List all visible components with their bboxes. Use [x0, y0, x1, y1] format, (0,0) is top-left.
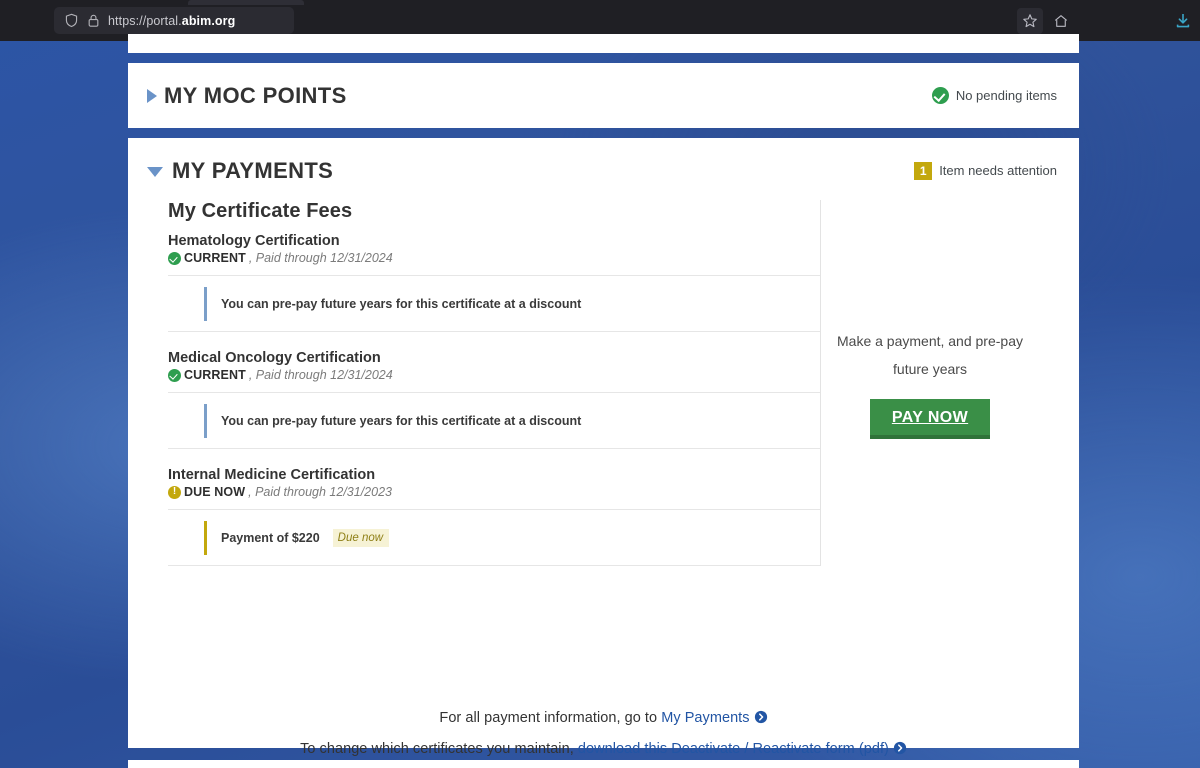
footer-line-deactivate: To change which certificates you maintai…: [128, 741, 1079, 757]
certificate-status: CURRENT , Paid through 12/31/2024: [168, 251, 820, 276]
moc-section-header[interactable]: MY MOC POINTS No pending items: [128, 63, 1079, 128]
certificate-fees-title: My Certificate Fees: [168, 200, 353, 222]
note-accent-bar: [204, 286, 207, 321]
certificate-row: Hematology Certification CURRENT , Paid …: [168, 233, 820, 276]
shield-icon[interactable]: [64, 13, 79, 28]
url-text[interactable]: https://portal.abim.org: [108, 14, 235, 28]
pay-now-button[interactable]: PAY NOW: [869, 399, 991, 439]
payments-status-text: Item needs attention: [939, 163, 1057, 178]
due-now-badge: Due now: [332, 528, 390, 547]
certificate-note-row: Payment of $220 Due now: [168, 510, 820, 566]
certificate-status-label: CURRENT: [184, 251, 246, 265]
certificate-name: Internal Medicine Certification: [168, 467, 376, 483]
url-prefix: https://portal.: [108, 13, 182, 28]
section-my-payments[interactable]: MY PAYMENTS 1 Item needs attention My Ce…: [128, 138, 1079, 757]
certificate-name: Medical Oncology Certification: [168, 350, 381, 366]
certificate-fees-grid: My Certificate Fees Hematology Certifica…: [168, 200, 1039, 566]
chevron-right-icon[interactable]: [147, 88, 157, 103]
footer-line-payments: For all payment information, go to My Pa…: [128, 710, 1079, 726]
certificate-row: Internal Medicine Certification DUE NOW …: [168, 449, 820, 510]
certificate-status: CURRENT , Paid through 12/31/2024: [168, 368, 820, 393]
home-icon[interactable]: [1048, 8, 1074, 34]
moc-status-text: No pending items: [955, 88, 1057, 103]
certificate-paid-through: , Paid through 12/31/2023: [248, 485, 392, 499]
pay-now-panel: Make a payment, and pre-pay future years…: [820, 200, 1039, 566]
payments-section-header[interactable]: MY PAYMENTS 1 Item needs attention: [128, 138, 1079, 203]
warning-circle-icon: [168, 485, 181, 499]
attention-count-badge: 1: [914, 161, 933, 180]
certificate-note-row: You can pre-pay future years for this ce…: [168, 393, 820, 449]
certificate-row: Medical Oncology Certification CURRENT ,…: [168, 332, 820, 393]
certificate-payment-amount: Payment of $220: [221, 530, 320, 545]
check-circle-icon: [168, 368, 181, 382]
certificate-paid-through: , Paid through 12/31/2024: [248, 368, 393, 382]
check-circle-icon: [931, 87, 949, 104]
my-payments-link[interactable]: My Payments: [661, 710, 749, 726]
footer-line2-prefix: To change which certificates you maintai…: [300, 741, 578, 757]
panel-below-partial: [128, 760, 1079, 768]
lock-icon[interactable]: [86, 13, 101, 28]
chevron-down-icon[interactable]: [147, 166, 163, 177]
certificate-note-text: You can pre-pay future years for this ce…: [221, 296, 582, 311]
deactivate-reactivate-form-link[interactable]: download this Deactivate / Reactivate fo…: [578, 741, 889, 757]
section-my-moc-points[interactable]: MY MOC POINTS No pending items: [128, 63, 1079, 128]
browser-tab-stub[interactable]: [188, 0, 304, 5]
note-accent-bar: [204, 520, 207, 555]
moc-section-title: MY MOC POINTS: [164, 82, 347, 108]
certificate-status: DUE NOW , Paid through 12/31/2023: [168, 485, 820, 510]
certificate-note-row: You can pre-pay future years for this ce…: [168, 276, 820, 332]
payments-status: 1 Item needs attention: [914, 161, 1057, 180]
url-domain: abim.org: [181, 13, 236, 28]
certificate-status-label: CURRENT: [184, 368, 246, 382]
certificate-paid-through: , Paid through 12/31/2024: [248, 251, 393, 265]
pay-now-caption-line1: Make a payment, and pre-pay: [837, 333, 1023, 349]
chevron-right-circle-icon[interactable]: [754, 710, 768, 724]
panel-above-partial: [128, 34, 1079, 53]
bookmark-star-icon[interactable]: [1017, 8, 1043, 34]
moc-status: No pending items: [931, 87, 1057, 104]
pay-now-caption-line2: future years: [893, 361, 967, 377]
payments-section-title: MY PAYMENTS: [172, 157, 334, 183]
certificate-name: Hematology Certification: [168, 233, 340, 249]
download-icon[interactable]: [1172, 9, 1194, 33]
chevron-right-circle-icon[interactable]: [893, 741, 907, 755]
check-circle-icon: [168, 251, 181, 265]
certificate-note-text: You can pre-pay future years for this ce…: [221, 413, 582, 428]
pay-now-caption: Make a payment, and pre-pay future years: [837, 327, 1023, 383]
address-bar[interactable]: https://portal.abim.org: [54, 7, 294, 34]
certificate-fees-list: My Certificate Fees Hematology Certifica…: [168, 200, 820, 566]
footer-line1-prefix: For all payment information, go to: [439, 710, 662, 726]
certificate-status-label: DUE NOW: [184, 485, 246, 499]
note-accent-bar: [204, 403, 207, 438]
